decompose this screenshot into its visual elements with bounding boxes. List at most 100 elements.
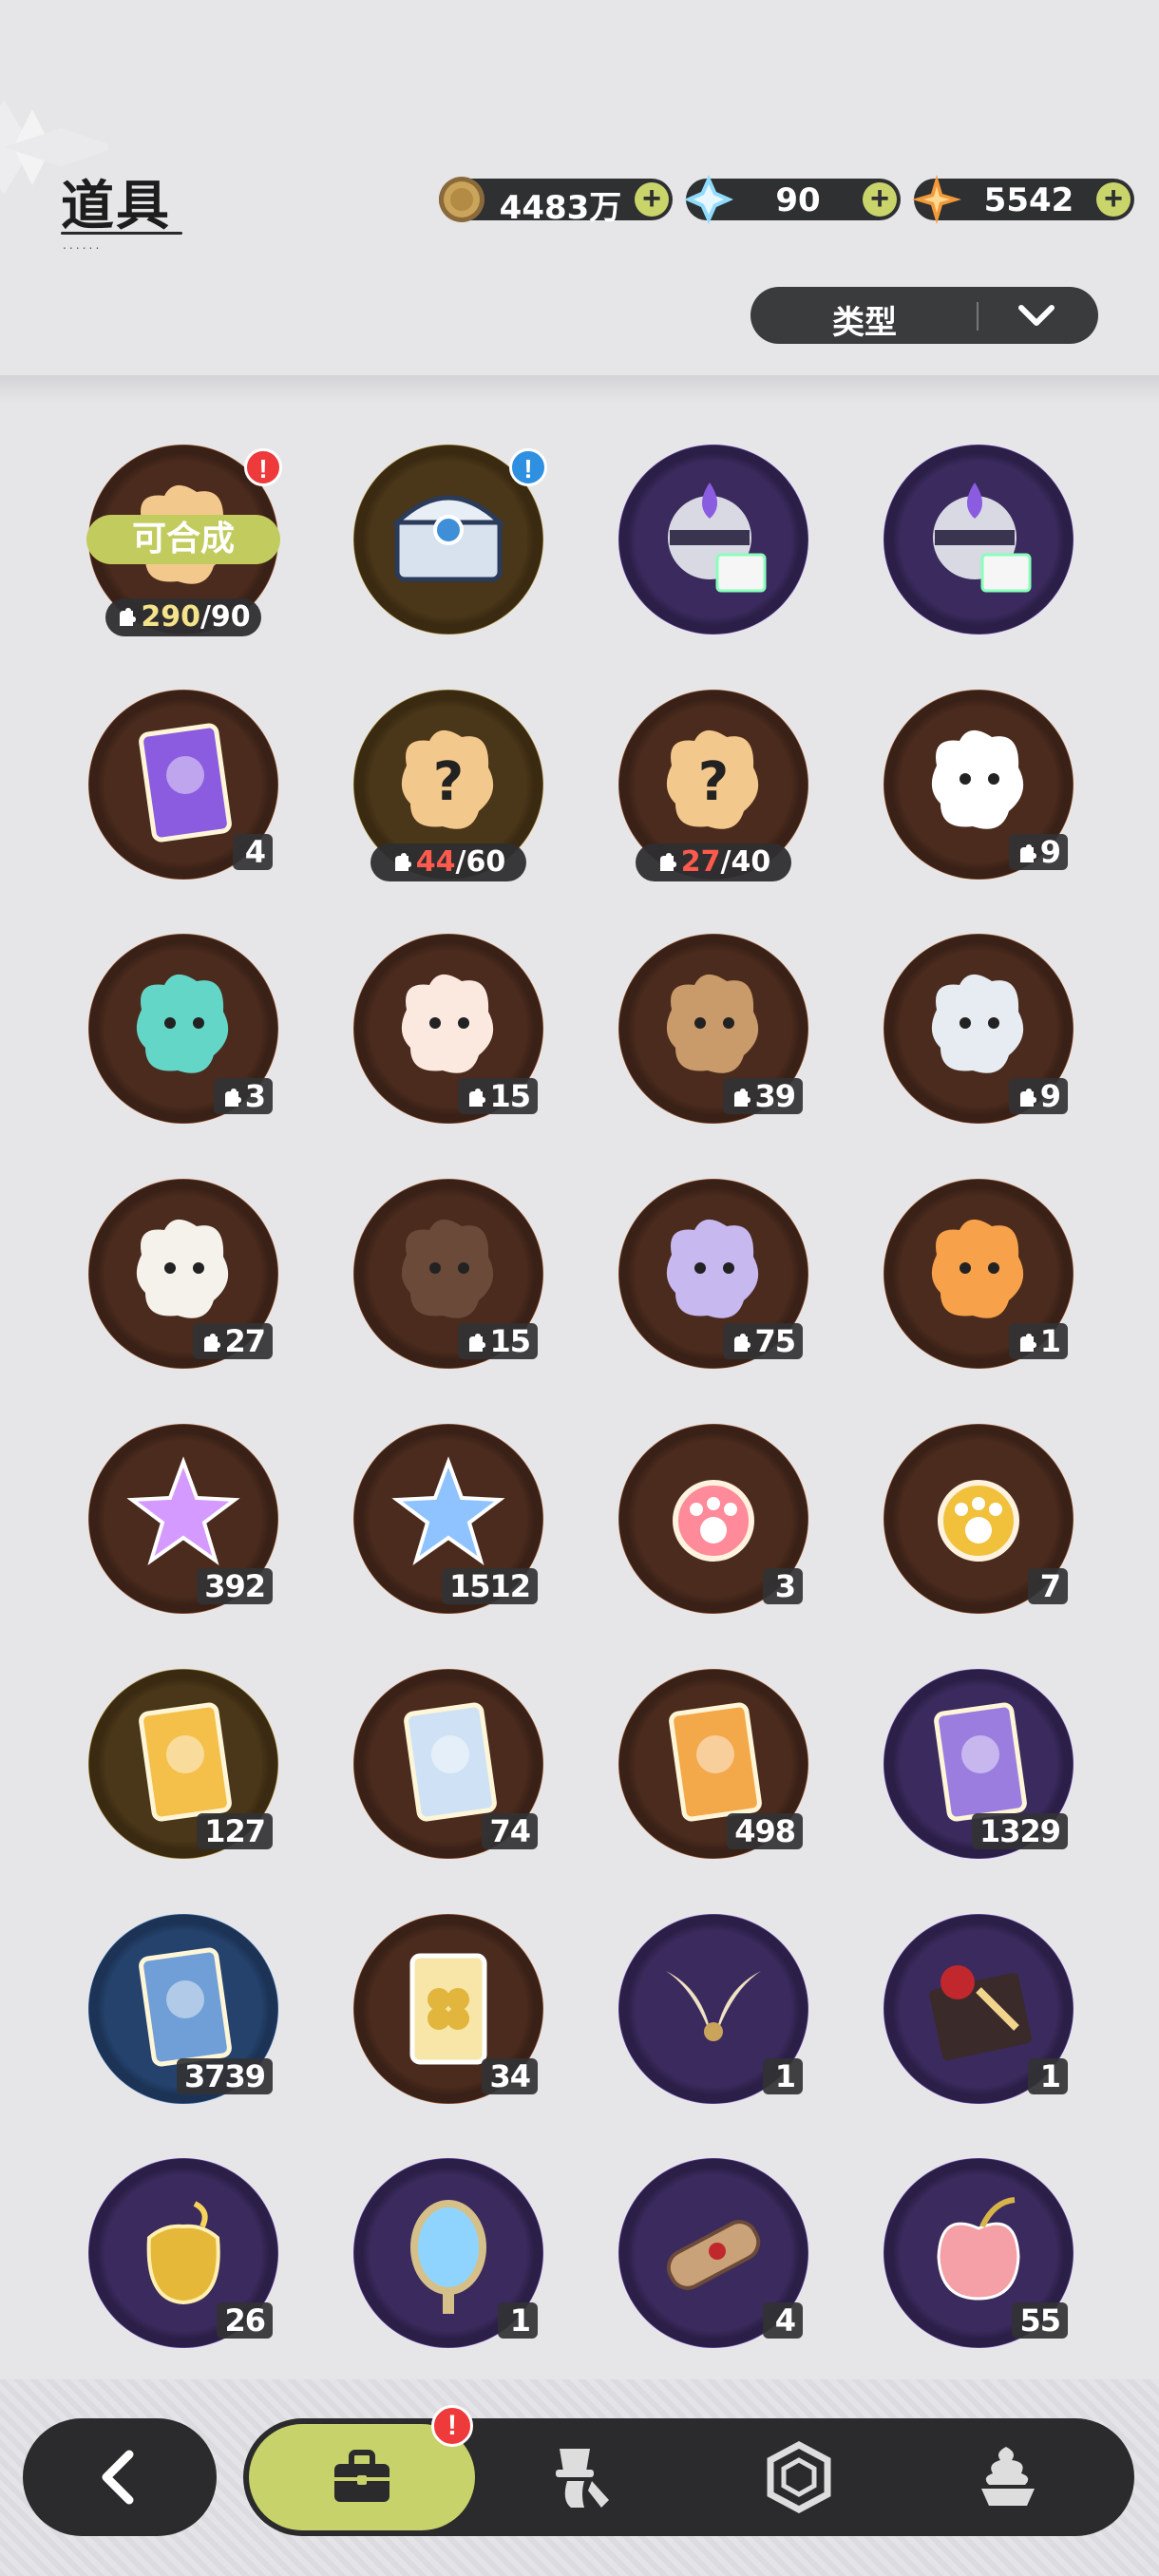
item-count-value: 1: [509, 2302, 531, 2339]
inventory-item[interactable]: 34: [353, 1914, 543, 2104]
item-count-value: 4: [244, 834, 266, 870]
item-count-value: 9: [1039, 1078, 1061, 1114]
item-count: 15: [458, 1323, 538, 1359]
inventory-item[interactable]: 9: [884, 690, 1074, 880]
inventory-item[interactable]: 1329: [884, 1669, 1074, 1859]
item-count: 55: [1012, 2302, 1068, 2339]
inventory-item[interactable]: 392: [88, 1424, 278, 1614]
item-count-value: 1: [1039, 1323, 1061, 1359]
piece-progress: 44/60: [370, 843, 526, 881]
item-count-value: 3: [774, 1568, 796, 1604]
inventory-item[interactable]: 1: [353, 2158, 543, 2348]
mystery-piece-icon: ?: [666, 729, 759, 829]
mystery-piece-gold-icon: ?: [401, 729, 494, 829]
info-badge: !: [509, 448, 547, 486]
inventory-item[interactable]: 75: [618, 1179, 808, 1369]
inventory-item[interactable]: 15: [353, 1179, 543, 1369]
piece-progress: 290/90: [105, 598, 261, 636]
item-count-value: 498: [734, 1813, 796, 1849]
inventory-item[interactable]: 74: [353, 1669, 543, 1859]
inventory-item[interactable]: !: [353, 445, 547, 635]
inventory-item[interactable]: ? 44/60: [353, 690, 543, 881]
item-count-value: 26: [224, 2302, 266, 2339]
item-count-value: 9: [1039, 834, 1061, 870]
tab-gem[interactable]: [713, 2418, 884, 2536]
item-count: 9: [1008, 834, 1068, 870]
inventory-item[interactable]: 27: [88, 1179, 278, 1369]
inventory-item[interactable]: 15: [353, 934, 543, 1124]
treasure-chest-icon: [390, 495, 506, 582]
inventory-item[interactable]: 1512: [353, 1424, 543, 1614]
item-count-value: 1329: [978, 1813, 1061, 1849]
item-count: 1: [763, 2058, 803, 2094]
bag-icon: [334, 2450, 390, 2502]
piece-progress-current: 44: [415, 845, 456, 879]
item-count: 27: [193, 1323, 273, 1359]
item-count-value: 127: [204, 1813, 266, 1849]
inventory-item[interactable]: [618, 445, 808, 635]
item-count: 39: [723, 1078, 803, 1114]
item-count: 15: [458, 1078, 538, 1114]
item-count: 1512: [441, 1568, 538, 1604]
item-count-value: 1: [774, 2058, 796, 2094]
item-count-value: 15: [489, 1323, 531, 1359]
bag-alert-badge: !: [431, 2405, 473, 2447]
inventory-item[interactable]: 3739: [88, 1914, 278, 2104]
svg-text:?: ?: [433, 751, 464, 813]
item-count: 7: [1028, 1568, 1068, 1604]
dessert-icon: [981, 2447, 1035, 2506]
item-count: 392: [197, 1568, 273, 1604]
item-count-value: 55: [1019, 2302, 1061, 2339]
inventory-item[interactable]: 26: [88, 2158, 278, 2348]
item-count: 75: [723, 1323, 803, 1359]
piece-progress: 27/40: [636, 843, 791, 881]
craftable-label: 可合成: [86, 515, 280, 564]
inventory-item[interactable]: [884, 445, 1074, 635]
item-count: 4: [763, 2302, 803, 2339]
inventory-item[interactable]: 7: [884, 1424, 1074, 1614]
svg-text:?: ?: [698, 751, 729, 813]
inventory-item[interactable]: ?可合成290/90!: [86, 445, 282, 636]
piece-progress-max: /40: [720, 845, 771, 879]
inventory-item[interactable]: 1: [884, 1179, 1074, 1369]
item-count: 3: [763, 1568, 803, 1604]
back-button[interactable]: [23, 2418, 217, 2536]
inventory-item[interactable]: 127: [88, 1669, 278, 1859]
tab-bag[interactable]: [276, 2418, 447, 2536]
item-count-value: 3: [244, 1078, 266, 1114]
item-count-value: 27: [224, 1323, 266, 1359]
item-count: 1: [1028, 2058, 1068, 2094]
gem-icon: [767, 2441, 831, 2513]
item-count-value: 1512: [448, 1568, 531, 1604]
outfit-icon: [556, 2449, 609, 2508]
item-count-value: 7: [1039, 1568, 1061, 1604]
inventory-item[interactable]: 9: [884, 934, 1074, 1124]
inventory-item[interactable]: 1: [618, 1914, 808, 2104]
inventory-item[interactable]: 4: [618, 2158, 808, 2348]
item-count-value: 1: [1039, 2058, 1061, 2094]
item-count-value: 39: [754, 1078, 796, 1114]
inventory-item[interactable]: 55: [884, 2158, 1074, 2348]
item-count-value: 15: [489, 1078, 531, 1114]
inventory-item[interactable]: 3: [88, 934, 278, 1124]
tab-outfit[interactable]: [495, 2418, 666, 2536]
item-count: 1: [498, 2302, 538, 2339]
tab-dessert[interactable]: [922, 2418, 1093, 2536]
item-count: 26: [217, 2302, 273, 2339]
inventory-item[interactable]: 39: [618, 934, 808, 1124]
item-count: 127: [197, 1813, 273, 1849]
inventory-item[interactable]: ? 27/40: [618, 690, 808, 881]
inventory-item[interactable]: 498: [618, 1669, 808, 1859]
piece-progress-current: 27: [680, 845, 721, 879]
item-count-value: 34: [489, 2058, 531, 2094]
item-count: 4: [233, 834, 273, 870]
inventory-item[interactable]: 1: [884, 1914, 1074, 2104]
inventory-item[interactable]: 3: [618, 1424, 808, 1614]
item-count: 9: [1008, 1078, 1068, 1114]
item-count: 74: [482, 1813, 538, 1849]
inventory-item[interactable]: 4: [88, 690, 278, 880]
item-count: 3739: [176, 2058, 273, 2094]
item-count: 1: [1008, 1323, 1068, 1359]
item-count-value: 4: [774, 2302, 796, 2339]
item-count: 498: [727, 1813, 803, 1849]
